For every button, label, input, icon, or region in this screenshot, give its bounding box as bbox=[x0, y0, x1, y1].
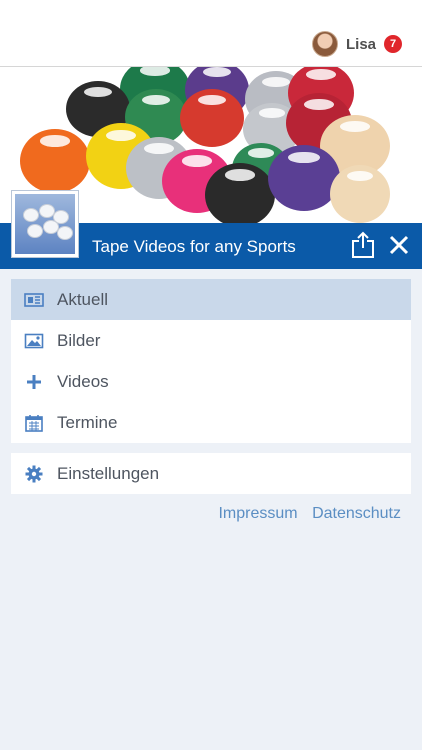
user-menu[interactable]: Lisa 7 bbox=[311, 30, 402, 58]
share-icon[interactable] bbox=[350, 231, 376, 259]
menu-item-label: Videos bbox=[57, 371, 109, 391]
user-name[interactable]: Lisa bbox=[346, 36, 376, 53]
tape-roll bbox=[330, 165, 390, 223]
menu-item-label: Aktuell bbox=[57, 289, 109, 309]
menu-item-einstellungen[interactable]: Einstellungen bbox=[11, 453, 411, 494]
datenschutz-link[interactable]: Datenschutz bbox=[312, 505, 401, 522]
menu-item-aktuell[interactable]: Aktuell bbox=[11, 279, 411, 320]
tape-roll bbox=[180, 89, 244, 147]
tape-roll bbox=[268, 145, 340, 211]
notification-badge[interactable]: 7 bbox=[384, 35, 402, 53]
tape-roll bbox=[20, 129, 90, 193]
settings-label: Einstellungen bbox=[57, 463, 160, 483]
footer-links: Impressum Datenschutz bbox=[208, 505, 401, 523]
side-menu: Aktuell Bilder Videos Termine bbox=[11, 279, 411, 443]
calendar-icon bbox=[25, 414, 43, 432]
top-bar: Lisa 7 bbox=[0, 0, 422, 67]
menu-item-bilder[interactable]: Bilder bbox=[11, 320, 411, 361]
menu-item-label: Bilder bbox=[57, 330, 101, 350]
menu-item-label: Termine bbox=[57, 412, 118, 432]
tape-roll bbox=[205, 163, 275, 223]
avatar[interactable] bbox=[311, 31, 338, 57]
plus-icon bbox=[27, 374, 41, 389]
close-icon[interactable] bbox=[389, 235, 409, 255]
feed-thumbnail bbox=[11, 190, 79, 258]
menu-item-termine[interactable]: Termine bbox=[11, 402, 411, 443]
menu-item-videos[interactable]: Videos bbox=[11, 361, 411, 402]
image-icon bbox=[24, 333, 44, 348]
gear-icon bbox=[25, 465, 43, 482]
newspaper-icon bbox=[24, 292, 44, 307]
impressum-link[interactable]: Impressum bbox=[218, 505, 297, 522]
feed-title: Tape Videos for any Sports bbox=[92, 237, 296, 256]
